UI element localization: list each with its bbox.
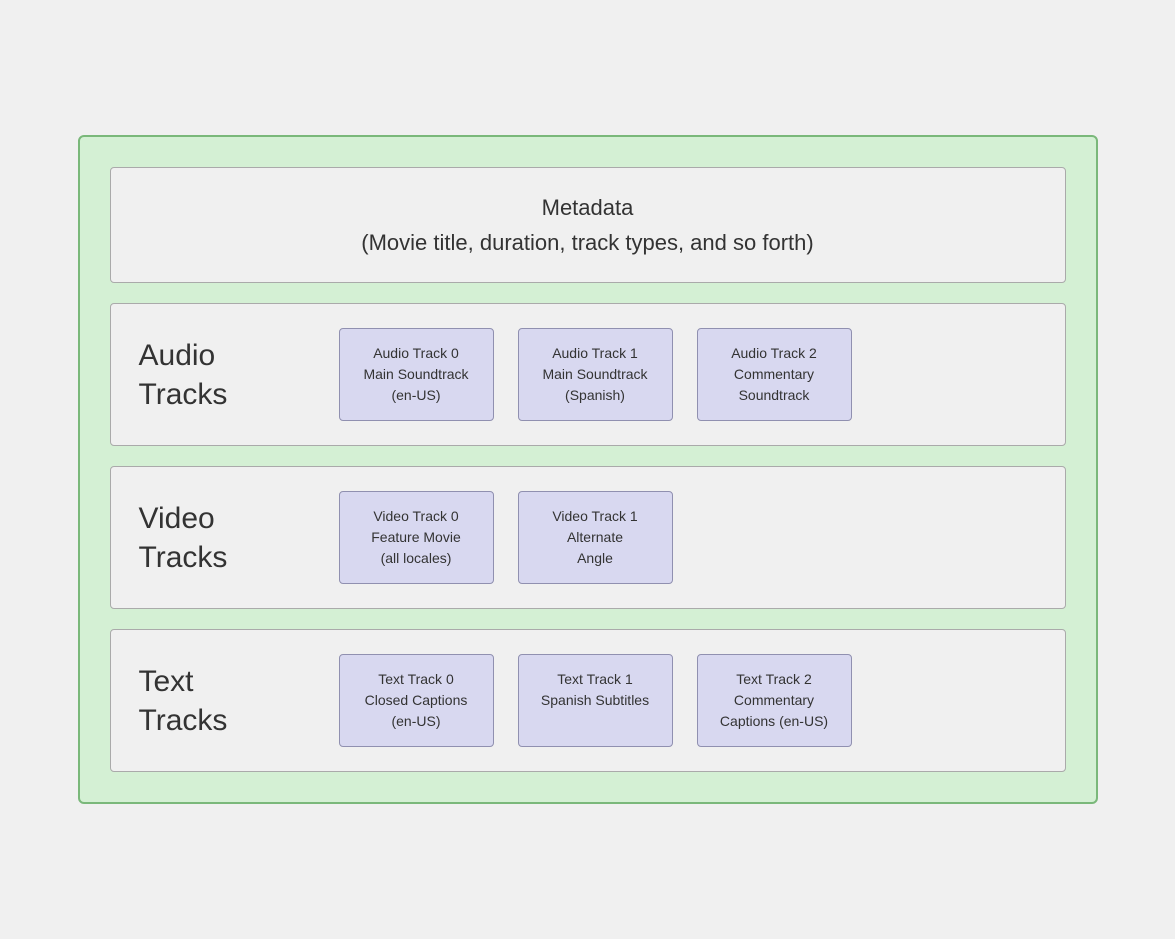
video-tracks-tracks: Video Track 0 Feature Movie (all locales… <box>339 491 673 584</box>
text-tracks-section: Text Tracks Text Track 0 Closed Captions … <box>110 629 1066 772</box>
audio-track-0-box: Audio Track 0 Main Soundtrack (en-US) <box>339 328 494 421</box>
video-tracks-label: Video Tracks <box>139 499 299 577</box>
text-track-0-box: Text Track 0 Closed Captions (en-US) <box>339 654 494 747</box>
metadata-title: Metadata (Movie title, duration, track t… <box>131 190 1045 260</box>
metadata-box: Metadata (Movie title, duration, track t… <box>110 167 1066 283</box>
audio-tracks-section: Audio Tracks Audio Track 0 Main Soundtrac… <box>110 303 1066 446</box>
audio-track-1-box: Audio Track 1 Main Soundtrack (Spanish) <box>518 328 673 421</box>
audio-tracks-tracks: Audio Track 0 Main Soundtrack (en-US) Aud… <box>339 328 852 421</box>
metadata-line2: (Movie title, duration, track types, and… <box>131 225 1045 260</box>
video-track-1-box: Video Track 1 Alternate Angle <box>518 491 673 584</box>
metadata-line1: Metadata <box>131 190 1045 225</box>
text-tracks-label: Text Tracks <box>139 662 299 740</box>
text-track-1-box: Text Track 1 Spanish Subtitles <box>518 654 673 747</box>
video-track-0-box: Video Track 0 Feature Movie (all locales… <box>339 491 494 584</box>
text-tracks-tracks: Text Track 0 Closed Captions (en-US) Text… <box>339 654 852 747</box>
audio-track-2-box: Audio Track 2 Commentary Soundtrack <box>697 328 852 421</box>
text-track-2-box: Text Track 2 Commentary Captions (en-US) <box>697 654 852 747</box>
audio-tracks-label: Audio Tracks <box>139 336 299 414</box>
sections-container: Audio Tracks Audio Track 0 Main Soundtrac… <box>110 303 1066 772</box>
video-tracks-section: Video Tracks Video Track 0 Feature Movie … <box>110 466 1066 609</box>
main-container: Metadata (Movie title, duration, track t… <box>78 135 1098 804</box>
